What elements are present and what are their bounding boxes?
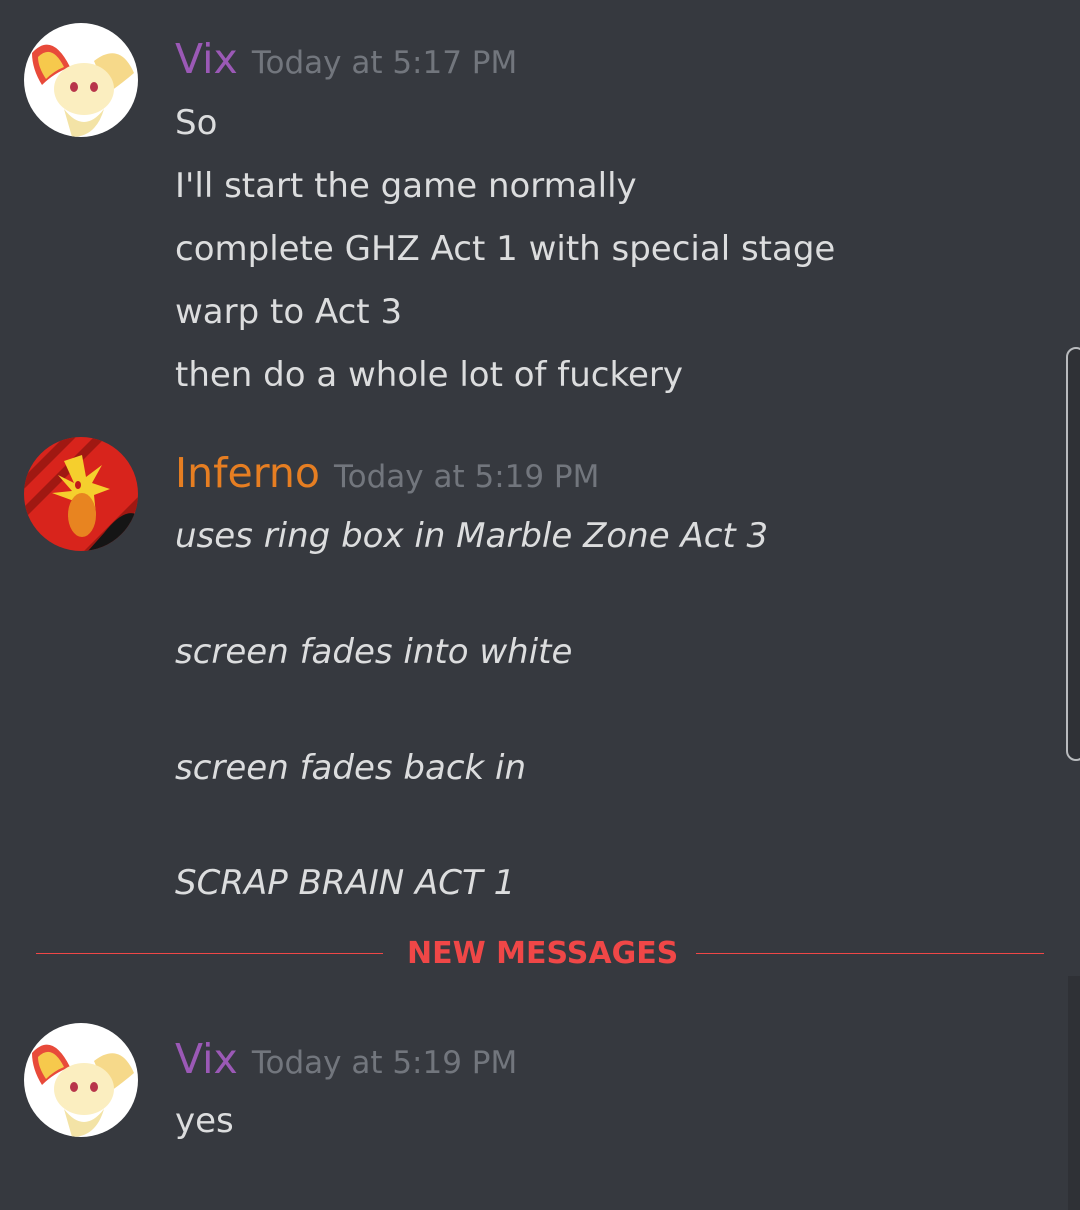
avatar-vix[interactable]	[24, 1023, 138, 1137]
message-line: So	[175, 103, 218, 143]
message-line: I'll start the game normally	[175, 166, 637, 206]
username[interactable]: Vix	[175, 1035, 238, 1083]
message-line: then do a whole lot of fuckery	[175, 355, 683, 395]
message-line: complete GHZ Act 1 with special stage	[175, 229, 836, 269]
message-line: SCRAP BRAIN ACT 1	[175, 863, 516, 903]
new-messages-divider-left	[36, 953, 383, 954]
avatar-vix[interactable]	[24, 23, 138, 137]
fennekin-avatar-image	[24, 23, 138, 137]
message-header: Inferno Today at 5:19 PM	[175, 453, 600, 496]
message-header: Vix Today at 5:19 PM	[175, 1039, 518, 1082]
super-sonic-avatar-image	[24, 437, 138, 551]
username[interactable]: Inferno	[175, 449, 320, 497]
message-line: uses ring box in Marble Zone Act 3	[175, 516, 769, 556]
timestamp: Today at 5:19 PM	[333, 459, 600, 495]
avatar-inferno[interactable]	[24, 437, 138, 551]
timestamp: Today at 5:19 PM	[251, 1045, 518, 1081]
scrollbar-thumb[interactable]	[1066, 347, 1080, 761]
message-line: screen fades back in	[175, 748, 527, 788]
message-line: warp to Act 3	[175, 292, 403, 332]
scrollbar-track[interactable]	[1068, 976, 1080, 1210]
new-messages-divider-right	[696, 953, 1044, 954]
message-line: yes	[175, 1101, 234, 1141]
username[interactable]: Vix	[175, 35, 238, 83]
message-line: screen fades into white	[175, 632, 573, 672]
new-messages-label: NEW MESSAGES	[407, 936, 679, 971]
timestamp: Today at 5:17 PM	[251, 45, 518, 81]
message-header: Vix Today at 5:17 PM	[175, 39, 518, 82]
fennekin-avatar-image	[24, 1023, 138, 1137]
